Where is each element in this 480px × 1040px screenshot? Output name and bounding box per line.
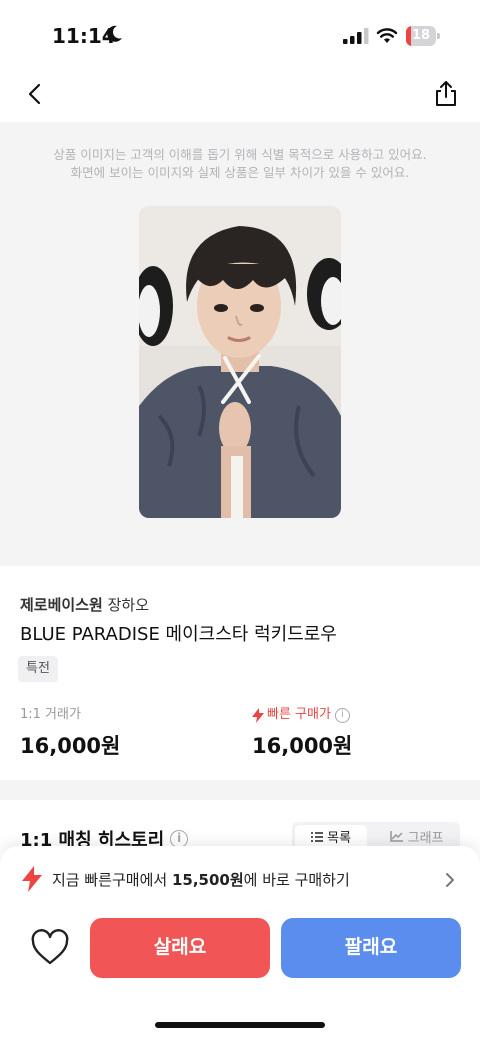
artist-line: 제로베이스원 장하오 <box>20 594 149 615</box>
product-tag: 특전 <box>18 656 58 682</box>
share-icon[interactable] <box>430 78 462 110</box>
back-icon[interactable] <box>20 78 52 110</box>
list-icon <box>310 832 323 842</box>
graph-icon <box>390 831 404 842</box>
chevron-right-icon <box>446 873 454 887</box>
image-notice-line-2: 화면에 보이는 이미지와 실제 상품은 일부 차이가 있을 수 있어요. <box>70 165 410 180</box>
trade-price-block: 1:1 거래가 16,000원 <box>20 706 120 760</box>
nav-bar <box>0 70 480 122</box>
cellular-signal-icon <box>343 28 369 44</box>
tab-graph-label: 그래프 <box>407 831 444 846</box>
heart-icon[interactable] <box>30 928 70 968</box>
buy-button[interactable]: 살래요 <box>90 918 270 978</box>
quick-buy-price: 15,500원 <box>171 871 244 889</box>
info-icon[interactable]: i <box>334 707 350 723</box>
bolt-icon <box>22 866 42 892</box>
fast-price-label-row: 빠른 구매가 i <box>252 706 352 724</box>
fast-price-label: 빠른 구매가 <box>267 707 331 722</box>
quick-buy-text: 지금 빠른구매에서 15,500원에 바로 구매하기 <box>52 869 350 890</box>
quick-buy-prefix: 지금 빠른구매에서 <box>52 871 168 889</box>
image-notice: 상품 이미지는 고객의 이해를 돕기 위해 식별 목적으로 사용하고 있어요. … <box>0 146 480 182</box>
bottom-action-sheet: 지금 빠른구매에서 15,500원에 바로 구매하기 살래요 팔래요 <box>0 846 480 1040</box>
status-bar: 11:14 18 <box>0 0 480 70</box>
trade-price-label: 1:1 거래가 <box>20 707 81 722</box>
product-photo[interactable] <box>139 206 341 518</box>
battery-indicator: 18 <box>406 26 440 46</box>
product-image-section: 상품 이미지는 고객의 이해를 돕기 위해 식별 목적으로 사용하고 있어요. … <box>0 122 480 566</box>
fast-price-value: 16,000원 <box>252 734 353 758</box>
fast-price-block: 빠른 구매가 i 16,000원 <box>252 706 352 760</box>
product-title: BLUE PARADISE 메이크스타 럭키드로우 <box>20 624 337 645</box>
bolt-icon <box>252 707 264 723</box>
tab-list-label: 목록 <box>327 831 352 846</box>
home-indicator <box>155 1022 325 1028</box>
image-notice-line-1: 상품 이미지는 고객의 이해를 돕기 위해 식별 목적으로 사용하고 있어요. <box>53 147 427 162</box>
group-name[interactable]: 제로베이스원 <box>20 596 103 614</box>
sell-button[interactable]: 팔래요 <box>281 918 461 978</box>
member-name[interactable]: 장하오 <box>108 596 149 614</box>
quick-buy-suffix: 에 바로 구매하기 <box>243 871 350 889</box>
battery-percent: 18 <box>411 28 431 43</box>
trade-price-value: 16,000원 <box>20 734 121 758</box>
quick-buy-banner[interactable]: 지금 빠른구매에서 15,500원에 바로 구매하기 <box>0 858 480 898</box>
wifi-icon <box>376 28 398 43</box>
moon-icon <box>107 25 122 42</box>
product-info: 제로베이스원 장하오 BLUE PARADISE 메이크스타 럭키드로우 특전 … <box>0 566 480 780</box>
